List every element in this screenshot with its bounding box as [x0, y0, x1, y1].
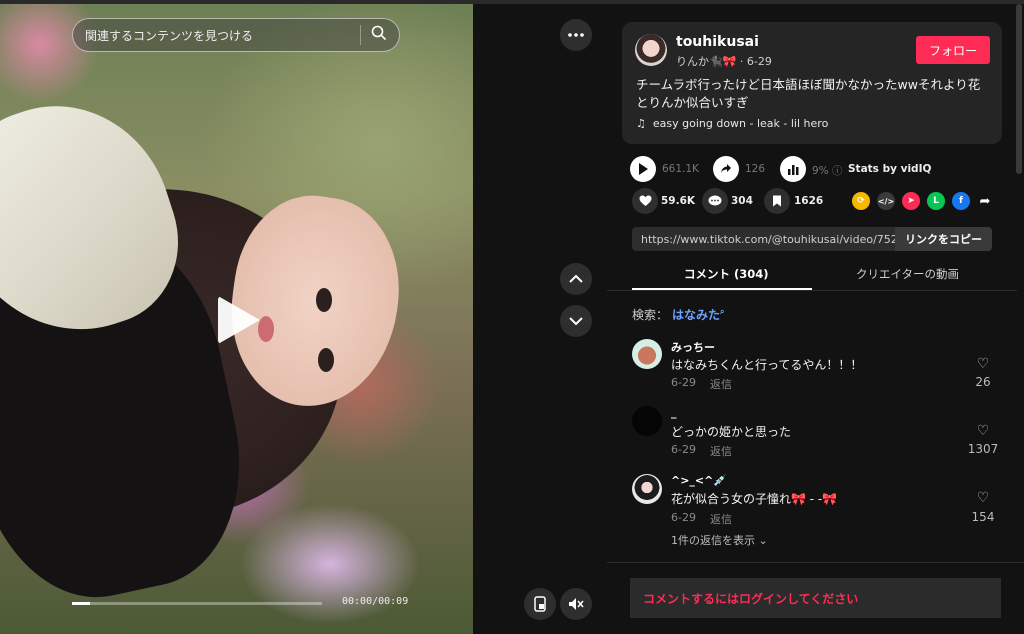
comment-date: 6-29	[671, 443, 696, 456]
chevron-up-icon[interactable]	[560, 263, 592, 295]
post-date: 6-29	[746, 55, 772, 68]
line-icon[interactable]: L	[927, 192, 945, 210]
search-separator	[360, 25, 361, 45]
more-horizontal-icon[interactable]	[560, 19, 592, 51]
search-small-icon: ⌕	[720, 307, 725, 316]
share-count-icon	[713, 156, 739, 182]
active-tab-indicator	[632, 288, 812, 290]
comment-avatar[interactable]	[632, 406, 662, 436]
heart-icon[interactable]	[632, 188, 658, 214]
post-username[interactable]: touhikusai	[676, 34, 759, 50]
engagement-rate: 9% ⓘ	[812, 163, 843, 178]
play-count-icon	[630, 156, 656, 182]
post-nickname: りんか	[676, 55, 709, 68]
reply-button[interactable]: 返信	[710, 511, 732, 527]
video-url[interactable]: https://www.tiktok.com/@touhikusai/video…	[632, 233, 895, 246]
bookmark-icon[interactable]	[764, 188, 790, 214]
vidiq-label[interactable]: Stats by vidIQ	[848, 163, 931, 175]
video-frame-eye	[316, 288, 332, 312]
video-link-box: https://www.tiktok.com/@touhikusai/video…	[632, 227, 992, 251]
comment-like-count: 1307	[967, 442, 999, 456]
panel-scrollbar[interactable]	[1016, 4, 1022, 174]
music-note-icon: ♫	[636, 117, 646, 130]
save-count: 1626	[794, 195, 824, 207]
send-icon[interactable]: ➤	[902, 192, 920, 210]
reply-button[interactable]: 返信	[710, 376, 732, 392]
picture-in-picture-icon[interactable]	[524, 588, 556, 620]
comment-icon[interactable]	[702, 188, 728, 214]
comment-heart-icon[interactable]: ♡	[970, 356, 996, 372]
post-nickname-emoji: 🐈‍⬛🎀	[709, 55, 737, 68]
music-link[interactable]: ♫ easy going down - leak - lil hero	[636, 117, 828, 130]
play-count: 661.1K	[662, 163, 699, 175]
search-placeholder[interactable]: 関連するコンテンツを見つける	[85, 27, 360, 44]
info-icon[interactable]: ⓘ	[832, 165, 843, 177]
music-title[interactable]: easy going down - leak - lil hero	[653, 117, 828, 130]
comment-author[interactable]: _	[671, 406, 677, 419]
share-arrow-icon[interactable]: ➦	[976, 192, 994, 210]
like-count: 59.6K	[661, 195, 696, 207]
reply-button[interactable]: 返信	[710, 443, 732, 459]
chevron-down-icon: ⌄	[758, 534, 768, 547]
video-frame-eye	[318, 348, 334, 372]
login-prompt[interactable]: コメントするにはログインしてください	[643, 590, 858, 607]
comment-avatar[interactable]	[632, 474, 662, 504]
search-icon[interactable]	[371, 25, 387, 45]
post-subtitle: りんか🐈‍⬛🎀 · 6-29	[676, 55, 772, 68]
comment-heart-icon[interactable]: ♡	[970, 423, 996, 439]
chevron-down-icon[interactable]	[560, 305, 592, 337]
comment-count: 304	[731, 195, 753, 207]
login-to-comment-box[interactable]: コメントするにはログインしてください	[630, 578, 1001, 618]
progress-bar[interactable]	[72, 602, 322, 605]
play-icon[interactable]	[218, 296, 260, 344]
video-search-bar[interactable]: 関連するコンテンツを見つける	[72, 18, 400, 52]
post-description: チームラボ行ったけど日本語ほぼ聞かなかったwwそれより花とりんか似合いすぎ	[636, 77, 981, 110]
view-replies-button[interactable]: 1件の返信を表示 ⌄	[671, 532, 768, 548]
comment-heart-icon[interactable]: ♡	[970, 490, 996, 506]
search-label: 検索：	[632, 308, 669, 322]
bar-chart-icon	[780, 156, 806, 182]
comment-text: どっかの姫かと思った	[671, 425, 792, 439]
speaker-muted-icon[interactable]	[560, 588, 592, 620]
copy-link-button[interactable]: リンクをコピー	[895, 227, 992, 251]
comment-text: はなみちくんと行ってるやん！！！	[671, 358, 863, 372]
comment-author[interactable]: ^>_<^💉	[671, 474, 727, 487]
comment-date: 6-29	[671, 376, 696, 389]
comment-like-count: 26	[975, 375, 991, 389]
comment-avatar[interactable]	[632, 339, 662, 369]
search-keyword[interactable]: はなみた	[672, 308, 720, 322]
time-display: 00:00/00:09	[342, 596, 409, 607]
tab-comments[interactable]: コメント (304)	[684, 266, 769, 282]
comment-author[interactable]: みっちー	[671, 339, 715, 355]
avatar[interactable]	[635, 34, 667, 66]
repost-icon[interactable]: ⟳	[852, 192, 870, 210]
video-frame-lips	[258, 316, 274, 342]
bottom-divider	[607, 562, 1024, 563]
embed-icon[interactable]: </>	[877, 192, 895, 210]
engagement-rate-value: 9%	[812, 165, 829, 177]
comment-like-count: 154	[971, 510, 995, 524]
comment-text: 花が似合う女の子憧れ🎀 - -🎀	[671, 492, 838, 506]
search-keyword-link[interactable]: はなみた⌕	[672, 306, 725, 323]
follow-button[interactable]: フォロー	[916, 36, 990, 64]
progress-fill	[72, 602, 90, 605]
tab-creator-videos[interactable]: クリエイターの動画	[856, 266, 959, 282]
tab-divider	[607, 290, 1017, 291]
comment-date: 6-29	[671, 511, 696, 524]
facebook-icon[interactable]: f	[952, 192, 970, 210]
share-count: 126	[745, 163, 766, 175]
view-replies-label[interactable]: 1件の返信を表示	[671, 534, 755, 547]
